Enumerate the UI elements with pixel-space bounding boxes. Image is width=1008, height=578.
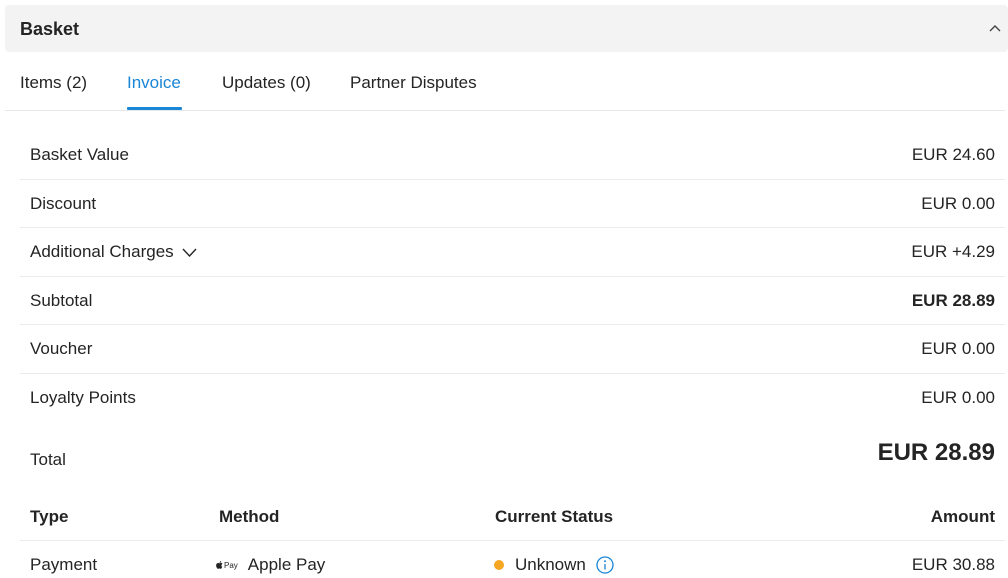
basket-header[interactable]: Basket xyxy=(5,5,1008,52)
apple-pay-logo-text: Pay xyxy=(224,560,238,570)
payment-amount: EUR 30.88 xyxy=(911,555,995,574)
info-icon[interactable] xyxy=(596,556,614,574)
apple-logo-icon xyxy=(216,561,223,569)
basket-value-amount: EUR 24.60 xyxy=(911,145,995,164)
payment-method: Pay Apple Pay xyxy=(216,555,325,575)
additional-charges-toggle[interactable]: Additional Charges xyxy=(30,242,197,262)
discount-amount: EUR 0.00 xyxy=(921,193,995,213)
additional-charges-amount: EUR +4.29 xyxy=(911,242,995,262)
tab-bar: Items (2) Invoice Updates (0) Partner Di… xyxy=(5,60,1005,111)
total-label: Total xyxy=(30,450,66,469)
payment-method-label: Apple Pay xyxy=(247,555,326,574)
row-additional-charges: Additional Charges EUR +4.29 xyxy=(20,228,1005,277)
tab-updates[interactable]: Updates (0) xyxy=(222,73,311,93)
active-tab-indicator xyxy=(127,107,182,110)
row-voucher: Voucher EUR 0.00 xyxy=(20,325,1005,374)
basket-title: Basket xyxy=(20,19,80,39)
additional-charges-label: Additional Charges xyxy=(30,242,174,262)
tab-partner-disputes[interactable]: Partner Disputes xyxy=(350,73,477,93)
voucher-label: Voucher xyxy=(30,339,93,359)
collapse-button[interactable] xyxy=(984,17,1006,39)
row-subtotal: Subtotal EUR 28.89 xyxy=(20,277,1005,326)
chevron-down-icon[interactable] xyxy=(182,242,197,262)
payments-table-header: Type Method Current Status Amount xyxy=(20,494,1005,541)
payment-status: Unknown xyxy=(494,555,614,575)
row-total: Total EUR 28.89 xyxy=(20,430,1005,490)
discount-label: Discount xyxy=(30,193,97,213)
col-status-header: Current Status xyxy=(495,507,614,526)
row-discount: Discount EUR 0.00 xyxy=(20,180,1005,229)
payment-status-label: Unknown xyxy=(515,555,586,574)
tab-items[interactable]: Items (2) xyxy=(20,73,87,93)
invoice-summary: Basket Value EUR 24.60 Discount EUR 0.00… xyxy=(20,131,1005,423)
loyalty-points-label: Loyalty Points xyxy=(30,387,136,407)
tab-invoice[interactable]: Invoice xyxy=(127,73,181,93)
col-method-header: Method xyxy=(219,507,280,526)
col-type-header: Type xyxy=(30,507,69,526)
subtotal-amount: EUR 28.89 xyxy=(911,290,995,310)
payment-type: Payment xyxy=(30,555,98,574)
row-loyalty-points: Loyalty Points EUR 0.00 xyxy=(20,374,1005,423)
loyalty-points-amount: EUR 0.00 xyxy=(921,387,995,407)
basket-value-label: Basket Value xyxy=(30,145,129,164)
voucher-amount: EUR 0.00 xyxy=(921,339,995,359)
apple-pay-logo: Pay xyxy=(216,561,238,570)
subtotal-label: Subtotal xyxy=(30,290,93,310)
col-amount-header: Amount xyxy=(930,507,995,526)
table-row: Payment Pay Apple Pay Unknown EUR 30.88 xyxy=(20,541,1005,578)
chevron-up-icon xyxy=(989,25,1001,32)
total-amount: EUR 28.89 xyxy=(877,439,995,466)
row-basket-value: Basket Value EUR 24.60 xyxy=(20,131,1005,180)
status-dot xyxy=(494,560,504,570)
